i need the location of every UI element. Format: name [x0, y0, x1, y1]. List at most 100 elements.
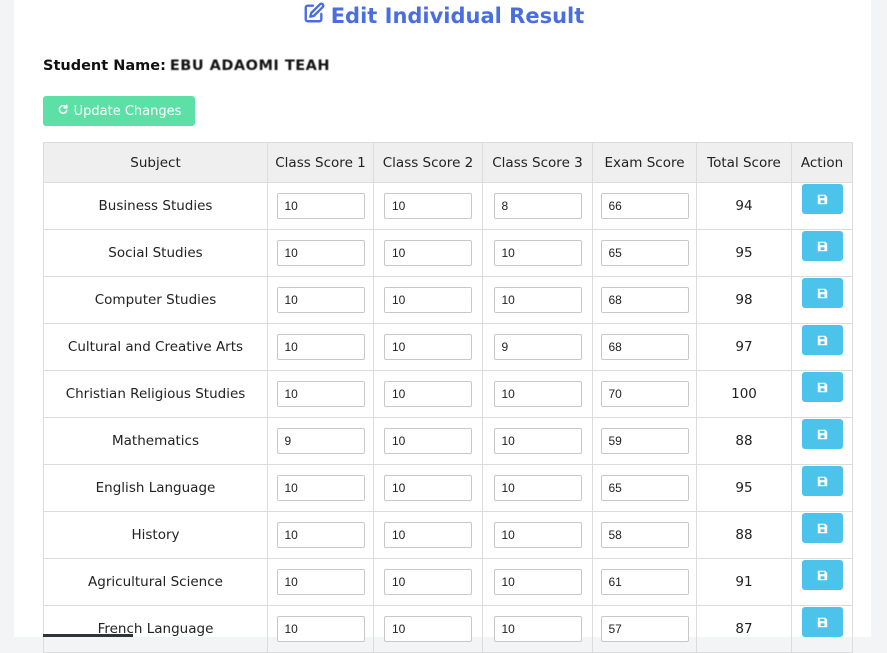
class-score-3-input[interactable]	[493, 616, 582, 642]
class-score-2-input[interactable]	[384, 569, 472, 595]
class-score-2-input[interactable]	[384, 240, 472, 266]
total-score-cell: 91	[696, 558, 792, 606]
class-score-3-cell	[482, 558, 593, 606]
action-cell	[791, 511, 853, 559]
class-score-2-cell	[373, 464, 483, 512]
table-row: Cultural and Creative Arts 97	[43, 323, 853, 371]
class-score-2-input[interactable]	[384, 428, 472, 454]
exam-score-cell	[592, 464, 697, 512]
save-row-button[interactable]	[801, 278, 843, 308]
exam-score-input[interactable]	[600, 616, 689, 642]
exam-score-input[interactable]	[600, 334, 689, 360]
subject-cell: Social Studies	[43, 229, 268, 277]
exam-score-input[interactable]	[600, 569, 689, 595]
exam-score-input[interactable]	[600, 522, 689, 548]
class-score-1-input[interactable]	[276, 616, 365, 642]
class-score-3-input[interactable]	[493, 522, 582, 548]
exam-score-input[interactable]	[600, 193, 689, 219]
table-row: Business Studies 94	[43, 182, 853, 230]
class-score-1-cell	[267, 276, 374, 324]
exam-score-cell	[592, 229, 697, 277]
class-score-3-cell	[482, 323, 593, 371]
exam-score-cell	[592, 417, 697, 465]
update-changes-button[interactable]: Update Changes	[43, 96, 195, 126]
header-subject: Subject	[43, 142, 268, 183]
action-cell	[791, 182, 853, 230]
save-icon	[817, 241, 828, 252]
page-title-text: Edit Individual Result	[330, 3, 585, 28]
class-score-1-cell	[267, 464, 374, 512]
action-cell	[791, 229, 853, 277]
subject-cell: Computer Studies	[43, 276, 268, 324]
class-score-1-input[interactable]	[276, 522, 365, 548]
class-score-3-cell	[482, 464, 593, 512]
class-score-3-input[interactable]	[493, 334, 582, 360]
save-row-button[interactable]	[801, 513, 843, 543]
class-score-1-cell	[267, 229, 374, 277]
exam-score-input[interactable]	[600, 287, 689, 313]
class-score-1-input[interactable]	[276, 569, 365, 595]
class-score-1-cell	[267, 605, 374, 653]
class-score-2-cell	[373, 558, 483, 606]
class-score-2-cell	[373, 370, 483, 418]
class-score-1-input[interactable]	[276, 428, 365, 454]
action-cell	[791, 276, 853, 324]
exam-score-input[interactable]	[600, 475, 689, 501]
class-score-2-input[interactable]	[384, 381, 472, 407]
class-score-1-input[interactable]	[276, 193, 365, 219]
save-row-button[interactable]	[801, 325, 843, 355]
class-score-3-cell	[482, 229, 593, 277]
subject-cell: English Language	[43, 464, 268, 512]
class-score-1-input[interactable]	[276, 475, 365, 501]
class-score-3-input[interactable]	[493, 287, 582, 313]
exam-score-input[interactable]	[600, 428, 689, 454]
exam-score-input[interactable]	[600, 240, 689, 266]
class-score-3-cell	[482, 182, 593, 230]
class-score-3-input[interactable]	[493, 428, 582, 454]
save-icon	[817, 570, 828, 581]
class-score-2-input[interactable]	[384, 475, 472, 501]
class-score-3-input[interactable]	[493, 475, 582, 501]
exam-score-input[interactable]	[600, 381, 689, 407]
save-row-button[interactable]	[801, 372, 843, 402]
total-score-cell: 88	[696, 417, 792, 465]
class-score-3-input[interactable]	[493, 381, 582, 407]
save-row-button[interactable]	[801, 607, 843, 637]
table-row: Christian Religious Studies 100	[43, 370, 853, 418]
save-row-button[interactable]	[801, 231, 843, 261]
exam-score-cell	[592, 182, 697, 230]
save-row-button[interactable]	[801, 560, 843, 590]
save-row-button[interactable]	[801, 184, 843, 214]
class-score-2-cell	[373, 511, 483, 559]
save-icon	[817, 194, 828, 205]
class-score-1-input[interactable]	[276, 287, 365, 313]
class-score-3-input[interactable]	[493, 240, 582, 266]
class-score-1-input[interactable]	[276, 381, 365, 407]
class-score-3-input[interactable]	[493, 569, 582, 595]
student-name-row: Student Name: EBU ADAOMI TEAH	[43, 58, 330, 74]
total-score-cell: 94	[696, 182, 792, 230]
class-score-3-input[interactable]	[493, 193, 582, 219]
save-icon	[817, 476, 828, 487]
class-score-3-cell	[482, 605, 593, 653]
save-row-button[interactable]	[801, 419, 843, 449]
total-score-cell: 88	[696, 511, 792, 559]
action-cell	[791, 417, 853, 465]
exam-score-cell	[592, 605, 697, 653]
refresh-icon	[57, 103, 69, 119]
class-score-1-cell	[267, 511, 374, 559]
class-score-2-input[interactable]	[384, 522, 472, 548]
class-score-1-input[interactable]	[276, 240, 365, 266]
class-score-1-input[interactable]	[276, 334, 365, 360]
class-score-2-input[interactable]	[384, 334, 472, 360]
table-row: French Language 87	[43, 605, 853, 653]
save-icon	[817, 335, 828, 346]
save-row-button[interactable]	[801, 466, 843, 496]
class-score-2-cell	[373, 229, 483, 277]
subject-cell: Mathematics	[43, 417, 268, 465]
edit-icon	[303, 2, 325, 29]
class-score-2-input[interactable]	[384, 193, 472, 219]
class-score-2-cell	[373, 323, 483, 371]
class-score-2-input[interactable]	[384, 287, 472, 313]
class-score-2-input[interactable]	[384, 616, 472, 642]
